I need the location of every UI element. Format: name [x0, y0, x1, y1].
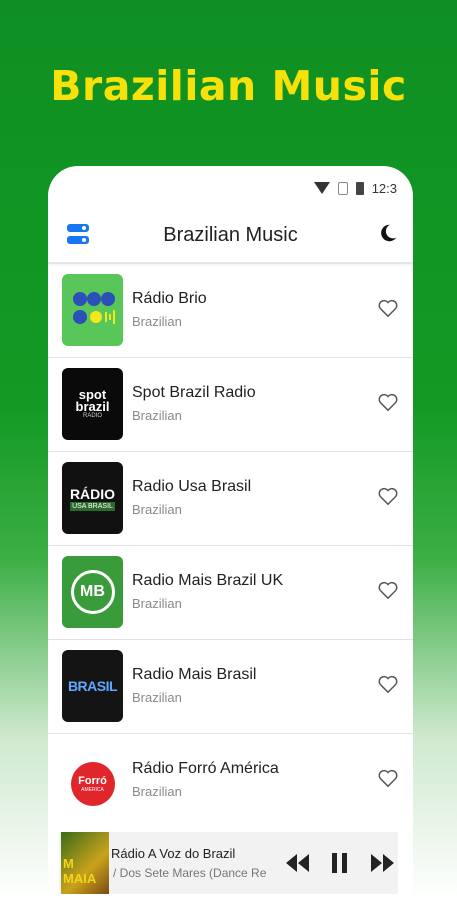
fast-forward-icon[interactable] — [369, 852, 395, 874]
status-time: 12:3 — [371, 180, 397, 196]
station-name: Rádio Forró América — [132, 760, 279, 777]
sim-icon — [337, 181, 348, 195]
artwork-text: M MAIA — [63, 856, 97, 886]
now-playing-bar[interactable]: M MAIA Rádio A Voz do Brazil / Dos Sete … — [59, 832, 398, 894]
logo-text: BRASIL — [67, 678, 118, 694]
station-logo-radio-brio — [62, 274, 123, 346]
banner-headline: Brazilian Music — [50, 62, 407, 110]
favorite-heart-icon[interactable] — [377, 768, 399, 788]
logo-text: brazil — [75, 399, 110, 414]
station-logo-usa-brasil: RÁDIO USA BRASIL — [62, 462, 123, 534]
station-name: Radio Mais Brasil — [132, 666, 257, 683]
pause-icon[interactable] — [329, 852, 351, 874]
favorite-heart-icon[interactable] — [377, 298, 399, 318]
station-row[interactable]: RÁDIO USA BRASIL Radio Usa Brasil Brazil… — [48, 452, 413, 546]
radio-brio-logo-icon — [72, 292, 115, 324]
station-name: Spot Brazil Radio — [132, 384, 256, 401]
phone-screen: 12:3 Brazilian Music Rádio Brio Brazilia… — [48, 166, 413, 900]
now-playing-artwork: M MAIA — [61, 832, 109, 894]
favorite-heart-icon[interactable] — [377, 580, 399, 600]
station-name: Rádio Brio — [132, 290, 207, 307]
station-logo-mais-brasil: BRASIL — [62, 650, 123, 722]
station-row[interactable]: Rádio Brio Brazilian — [48, 264, 413, 358]
logo-text: RÁDIO — [69, 485, 116, 502]
station-row[interactable]: MB Radio Mais Brazil UK Brazilian — [48, 546, 413, 640]
station-name: Radio Usa Brasil — [132, 478, 252, 495]
logo-text: MB — [70, 570, 115, 614]
app-bar: Brazilian Music — [48, 216, 413, 262]
station-logo-forro-america: Forró AMERICA — [62, 744, 123, 816]
station-row[interactable]: spot brazil RADIO Spot Brazil Radio Braz… — [48, 358, 413, 452]
logo-text: RADIO — [82, 413, 102, 419]
favorite-heart-icon[interactable] — [377, 392, 399, 412]
station-list: Rádio Brio Brazilian spot brazil RADIO S… — [48, 264, 413, 827]
station-row[interactable]: Forró AMERICA Rádio Forró América Brazil… — [48, 734, 413, 827]
rewind-icon[interactable] — [285, 852, 311, 874]
station-row[interactable]: BRASIL Radio Mais Brasil Brazilian — [48, 640, 413, 734]
station-logo-spot-brazil: spot brazil RADIO — [62, 368, 123, 440]
app-title: Brazilian Music — [163, 224, 298, 246]
favorite-heart-icon[interactable] — [377, 674, 399, 694]
station-genre: Brazilian — [132, 784, 182, 799]
logo-text: Forró — [78, 775, 107, 787]
favorite-heart-icon[interactable] — [377, 486, 399, 506]
now-playing-station: Rádio A Voz do Brazil — [111, 846, 236, 861]
moon-icon[interactable] — [377, 222, 399, 244]
logo-text: AMERICA — [81, 787, 104, 793]
now-playing-track: / Dos Sete Mares (Dance Re — [113, 866, 267, 880]
station-genre: Brazilian — [132, 690, 182, 705]
station-genre: Brazilian — [132, 596, 182, 611]
wifi-icon — [313, 182, 330, 194]
battery-icon — [355, 181, 364, 195]
status-bar: 12:3 — [313, 178, 397, 198]
station-genre: Brazilian — [132, 502, 182, 517]
station-logo-mais-brazil-uk: MB — [62, 556, 123, 628]
logo-text: USA BRASIL — [70, 501, 115, 511]
station-genre: Brazilian — [132, 408, 182, 423]
station-name: Radio Mais Brazil UK — [132, 572, 284, 589]
station-genre: Brazilian — [132, 314, 182, 329]
